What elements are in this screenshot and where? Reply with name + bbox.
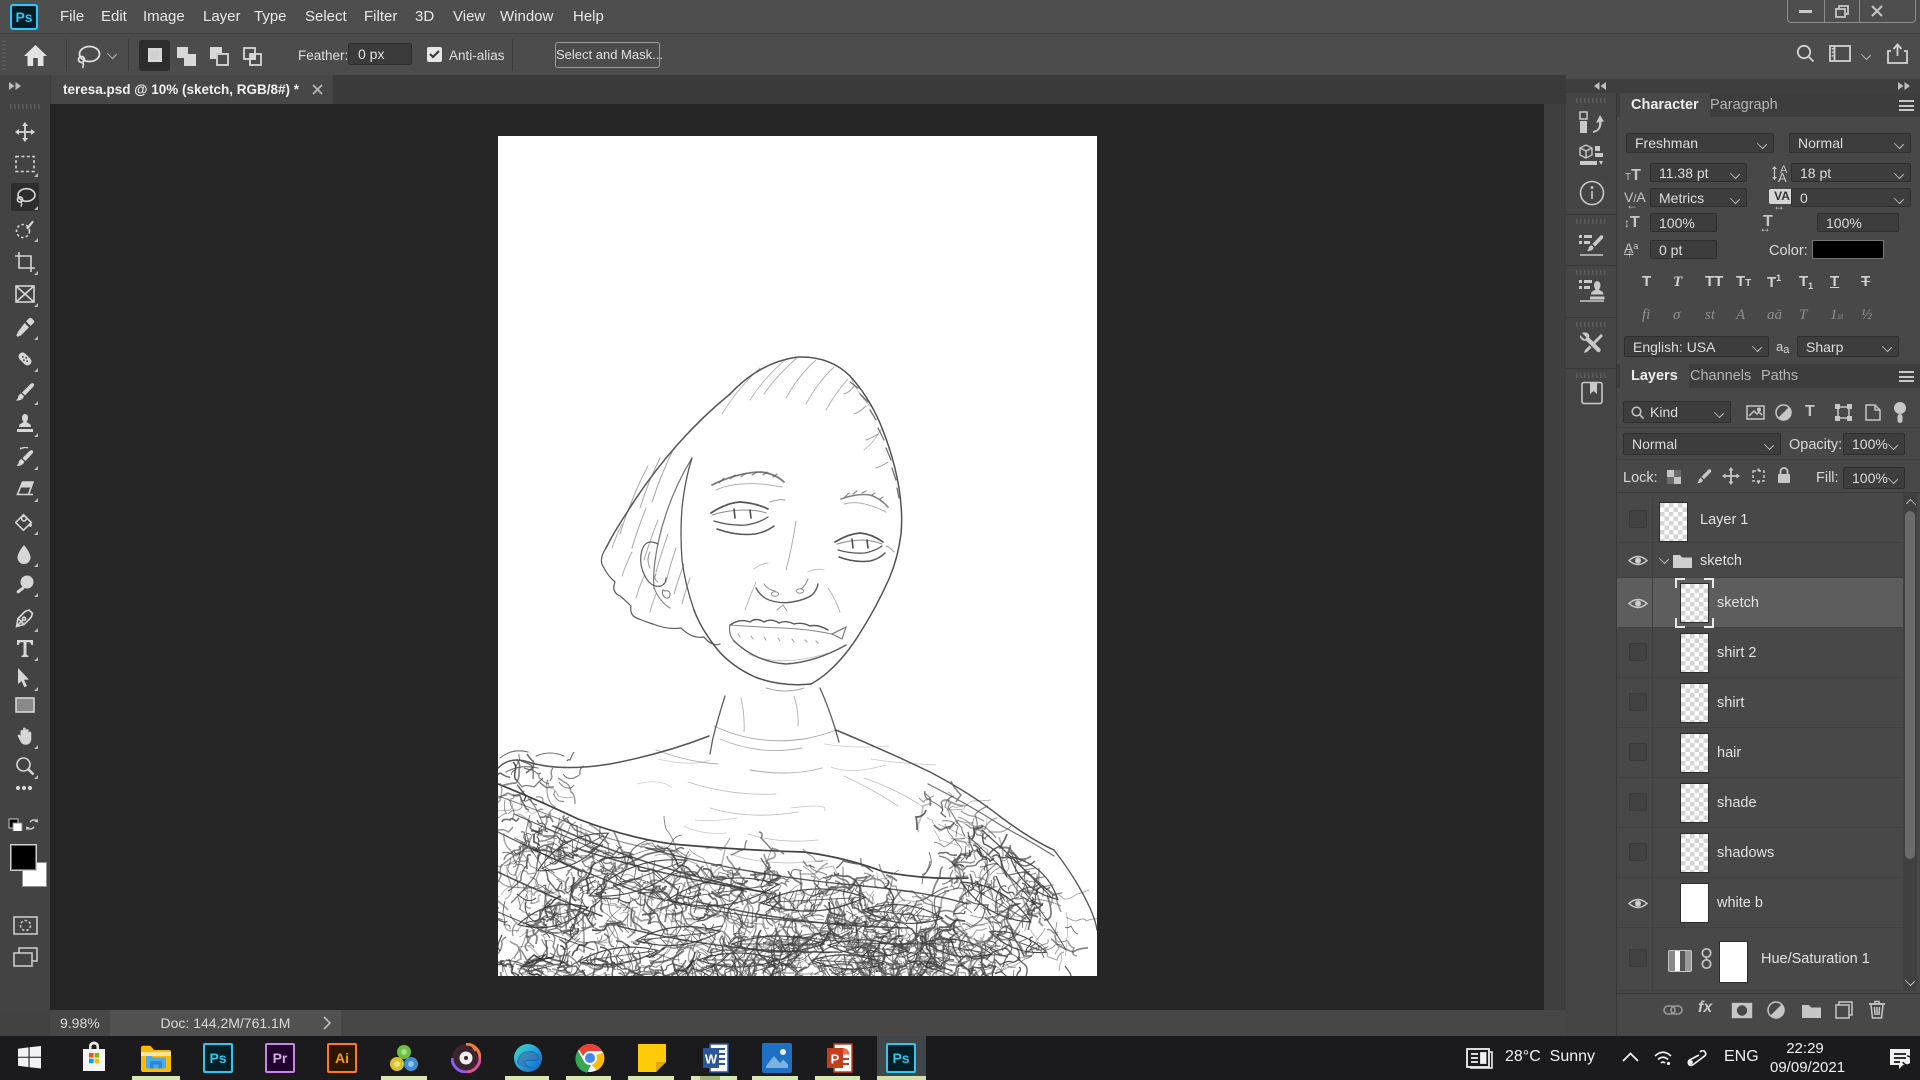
svg-text:A: A (1778, 170, 1787, 183)
svg-text:W: W (705, 1052, 718, 1067)
svg-text:P: P (831, 1052, 840, 1067)
